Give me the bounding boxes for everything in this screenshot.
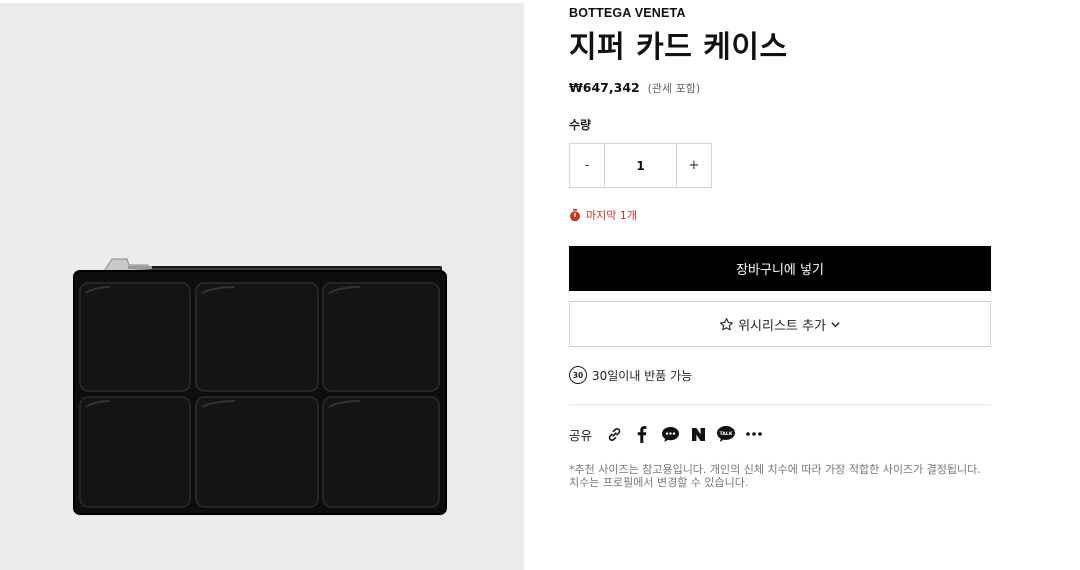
star-icon — [720, 317, 734, 330]
stopwatch-icon — [570, 208, 580, 221]
naver-icon[interactable] — [688, 424, 708, 444]
price-note: (관세 포함) — [647, 82, 701, 95]
return-days-icon: 30 — [569, 366, 587, 384]
kakaotalk-icon[interactable]: TALK — [716, 424, 736, 444]
more-icon[interactable] — [744, 424, 764, 444]
product-image — [0, 3, 524, 570]
add-to-cart-button[interactable]: 장바구니에 넣기 — [569, 246, 991, 291]
add-to-wishlist-button[interactable]: 위시리스트 추가 — [569, 301, 991, 347]
share-bar: 공유 TALK — [569, 424, 772, 444]
facebook-icon[interactable] — [632, 424, 652, 444]
wishlist-label: 위시리스트 추가 — [738, 318, 826, 334]
add-to-cart-label: 장바구니에 넣기 — [736, 263, 824, 278]
quantity-decrement-button[interactable]: - — [570, 144, 604, 187]
return-policy-text: 30일이내 반품 가능 — [592, 368, 693, 383]
price: ₩647,342 — [569, 80, 640, 95]
divider — [569, 404, 991, 405]
stock-notice: 마지막 1개 — [569, 207, 637, 223]
kakaotalk-label: TALK — [720, 431, 733, 437]
return-policy: 30 30일이내 반품 가능 — [569, 366, 692, 384]
price-row: ₩647,342 (관세 포함) — [569, 80, 700, 96]
zip-card-case-image — [73, 258, 447, 515]
size-disclaimer: *추천 사이즈는 참고용입니다. 개인의 신체 치수에 따라 가장 적합한 사이… — [569, 463, 981, 489]
quantity-label: 수량 — [569, 118, 592, 132]
product-page: BOTTEGA VENETA 지퍼 카드 케이스 ₩647,342 (관세 포함… — [0, 0, 1080, 570]
chevron-down-icon — [831, 321, 840, 327]
quantity-increment-button[interactable]: + — [677, 144, 711, 187]
brand-name[interactable]: BOTTEGA VENETA — [569, 6, 686, 20]
stock-text: 마지막 1개 — [586, 209, 637, 222]
quantity-stepper: - 1 + — [569, 143, 712, 188]
product-title: 지퍼 카드 케이스 — [569, 30, 788, 65]
quantity-value[interactable]: 1 — [604, 144, 677, 187]
link-icon[interactable] — [604, 424, 624, 444]
chat-bubble-icon[interactable] — [660, 424, 680, 444]
share-label: 공유 — [569, 427, 593, 443]
